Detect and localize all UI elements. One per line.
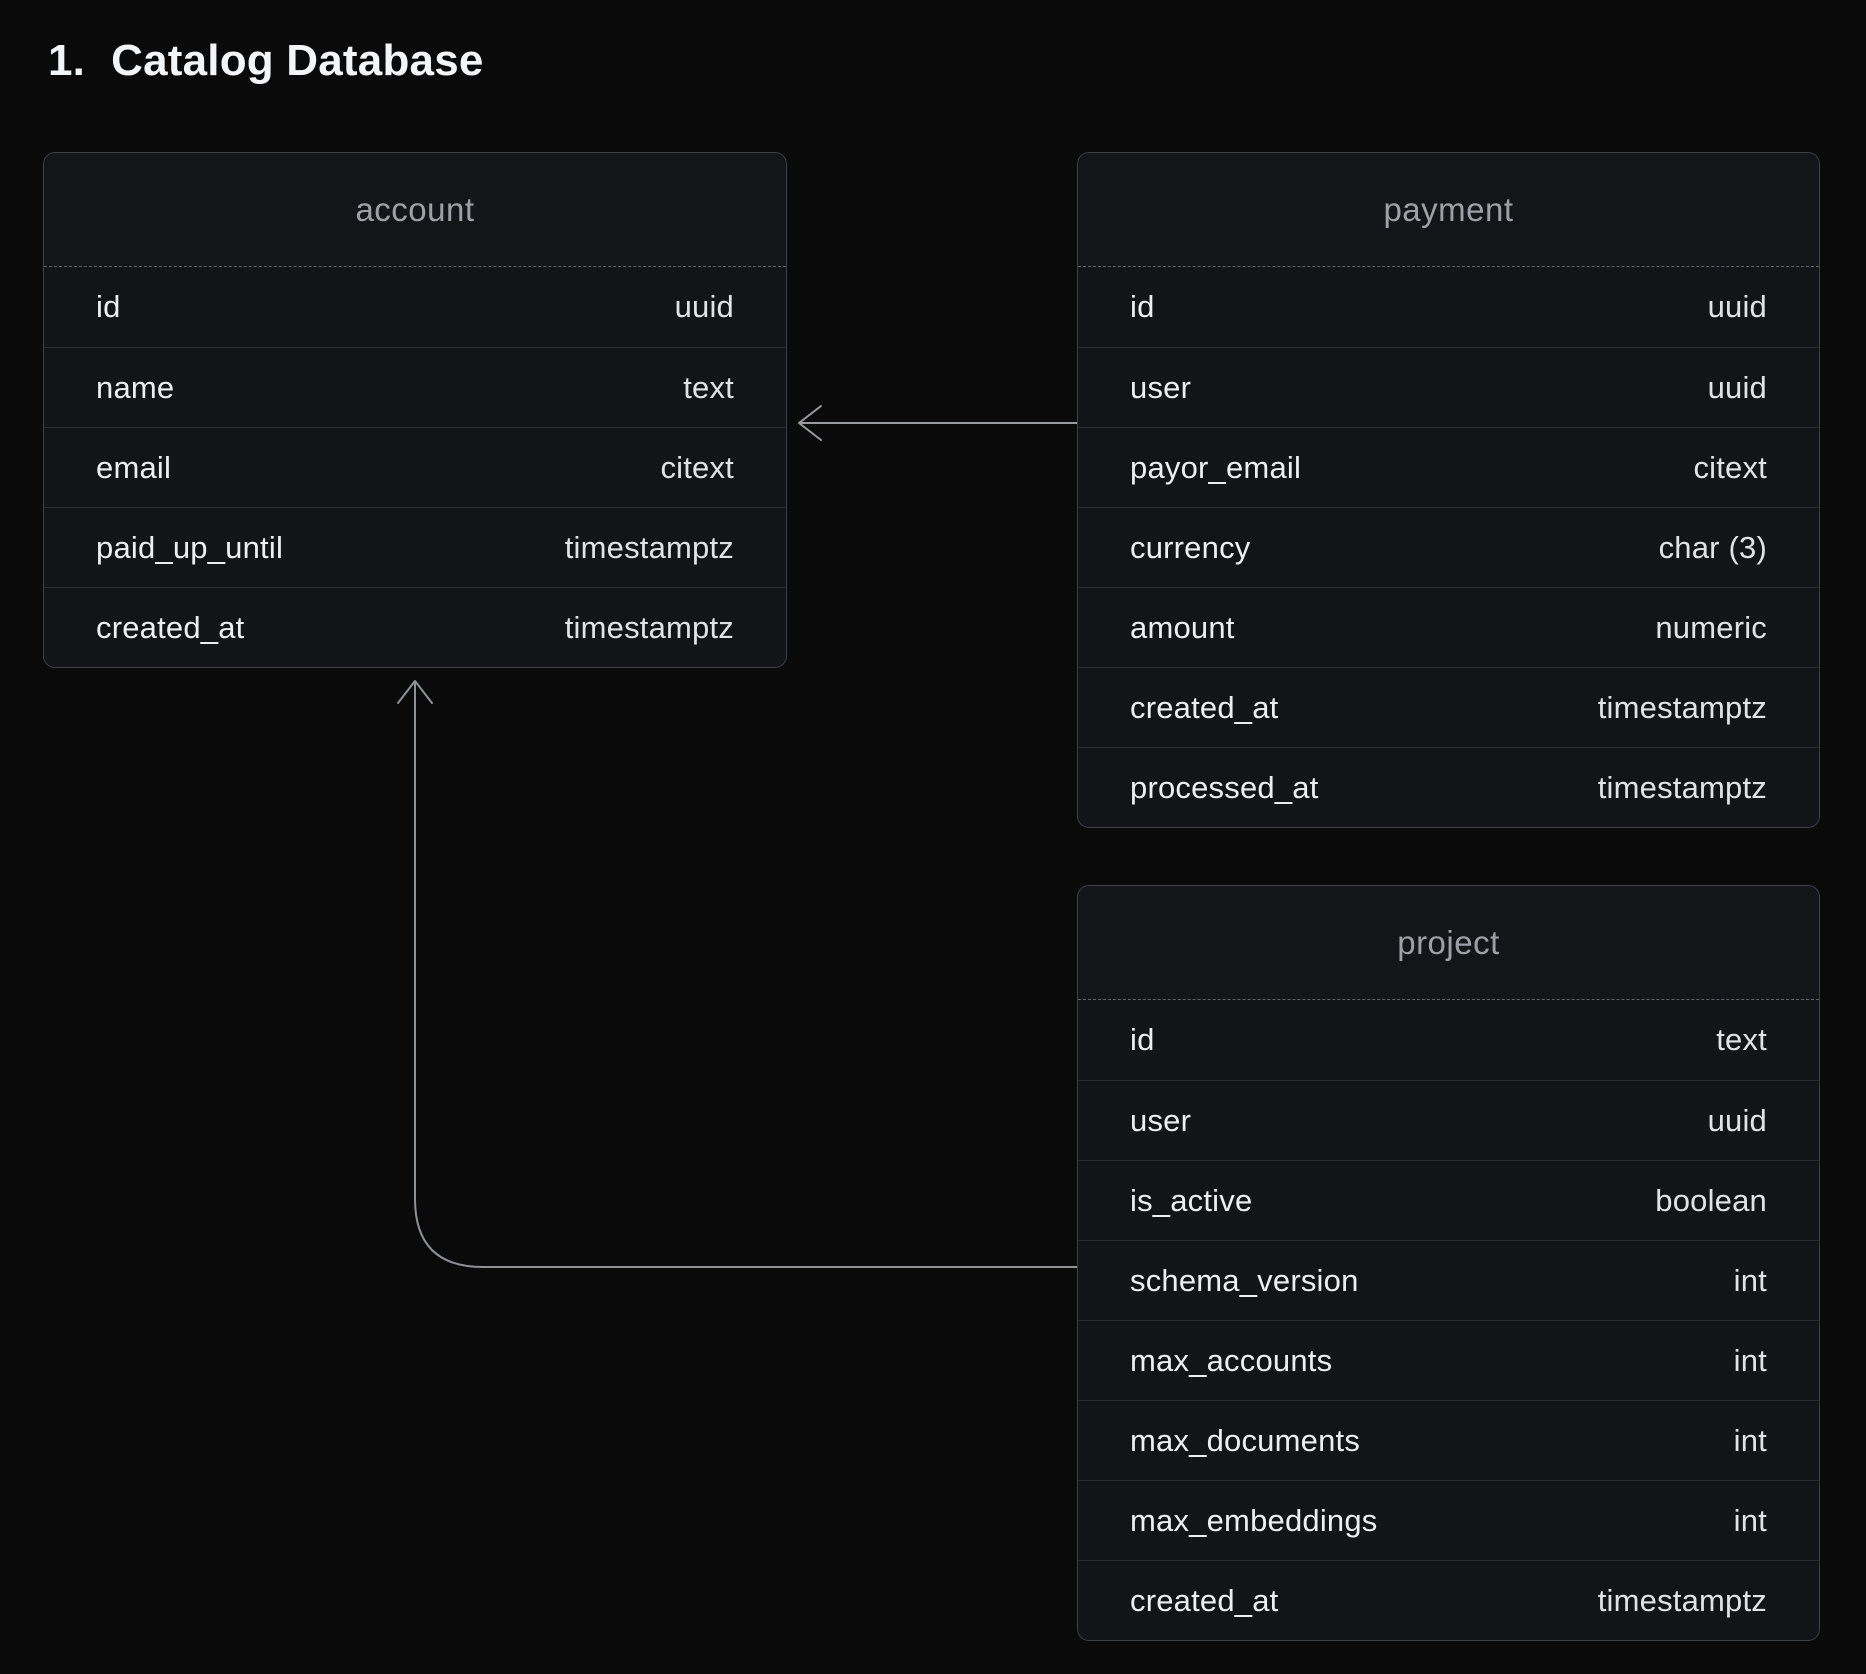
column-type: timestamptz	[1598, 770, 1767, 806]
column-type: timestamptz	[1598, 1583, 1767, 1619]
erd-table-project[interactable]: project id text user uuid is_active bool…	[1077, 885, 1820, 1641]
table-row: created_at timestamptz	[1078, 667, 1819, 747]
column-name: id	[1130, 289, 1155, 325]
diagram-canvas: 1. Catalog Database account id uuid name…	[0, 0, 1866, 1674]
table-title: project	[1078, 886, 1819, 1000]
table-row: schema_version int	[1078, 1240, 1819, 1320]
table-row: id text	[1078, 1000, 1819, 1080]
table-row: name text	[44, 347, 786, 427]
edge-project-to-account	[398, 681, 1077, 1267]
column-name: id	[1130, 1022, 1155, 1058]
arrowhead-up-icon	[398, 681, 432, 703]
column-name: paid_up_until	[96, 530, 283, 566]
edge-line	[415, 683, 1077, 1267]
table-row: max_embeddings int	[1078, 1480, 1819, 1560]
page-title: 1. Catalog Database	[48, 36, 484, 86]
table-row: email citext	[44, 427, 786, 507]
column-type: citext	[1693, 450, 1767, 486]
column-type: uuid	[1708, 1103, 1767, 1139]
column-type: timestamptz	[565, 530, 734, 566]
column-type: text	[1716, 1022, 1767, 1058]
page-title-text: Catalog Database	[111, 36, 483, 86]
column-name: created_at	[1130, 1583, 1279, 1619]
column-name: user	[1130, 1103, 1191, 1139]
table-row: processed_at timestamptz	[1078, 747, 1819, 827]
column-name: is_active	[1130, 1183, 1252, 1219]
column-type: int	[1734, 1503, 1767, 1539]
column-type: uuid	[675, 289, 734, 325]
column-name: created_at	[1130, 690, 1279, 726]
table-row: max_accounts int	[1078, 1320, 1819, 1400]
table-title: account	[44, 153, 786, 267]
column-name: id	[96, 289, 121, 325]
erd-table-account[interactable]: account id uuid name text email citext p…	[43, 152, 787, 668]
column-type: boolean	[1655, 1183, 1767, 1219]
table-row: id uuid	[44, 267, 786, 347]
table-row: user uuid	[1078, 347, 1819, 427]
page-title-number: 1.	[48, 36, 85, 86]
column-name: created_at	[96, 610, 245, 646]
column-type: char (3)	[1659, 530, 1767, 566]
erd-table-payment[interactable]: payment id uuid user uuid payor_email ci…	[1077, 152, 1820, 828]
column-name: max_embeddings	[1130, 1503, 1378, 1539]
table-row: amount numeric	[1078, 587, 1819, 667]
column-name: currency	[1130, 530, 1250, 566]
table-row: paid_up_until timestamptz	[44, 507, 786, 587]
column-name: payor_email	[1130, 450, 1301, 486]
column-type: uuid	[1708, 289, 1767, 325]
table-row: id uuid	[1078, 267, 1819, 347]
column-type: text	[683, 370, 734, 406]
table-title: payment	[1078, 153, 1819, 267]
table-row: is_active boolean	[1078, 1160, 1819, 1240]
column-name: amount	[1130, 610, 1235, 646]
table-row: created_at timestamptz	[44, 587, 786, 667]
table-row: max_documents int	[1078, 1400, 1819, 1480]
column-type: int	[1734, 1263, 1767, 1299]
column-name: max_documents	[1130, 1423, 1360, 1459]
column-type: numeric	[1655, 610, 1767, 646]
column-name: email	[96, 450, 171, 486]
table-row: user uuid	[1078, 1080, 1819, 1160]
column-type: citext	[660, 450, 734, 486]
column-type: timestamptz	[1598, 690, 1767, 726]
column-name: max_accounts	[1130, 1343, 1332, 1379]
column-name: name	[96, 370, 174, 406]
table-row: payor_email citext	[1078, 427, 1819, 507]
edge-payment-to-account	[799, 406, 1077, 440]
column-name: schema_version	[1130, 1263, 1359, 1299]
column-type: int	[1734, 1343, 1767, 1379]
column-type: timestamptz	[565, 610, 734, 646]
column-type: uuid	[1708, 370, 1767, 406]
arrowhead-left-icon	[799, 406, 821, 440]
table-row: created_at timestamptz	[1078, 1560, 1819, 1640]
column-name: processed_at	[1130, 770, 1319, 806]
column-name: user	[1130, 370, 1191, 406]
column-type: int	[1734, 1423, 1767, 1459]
table-row: currency char (3)	[1078, 507, 1819, 587]
